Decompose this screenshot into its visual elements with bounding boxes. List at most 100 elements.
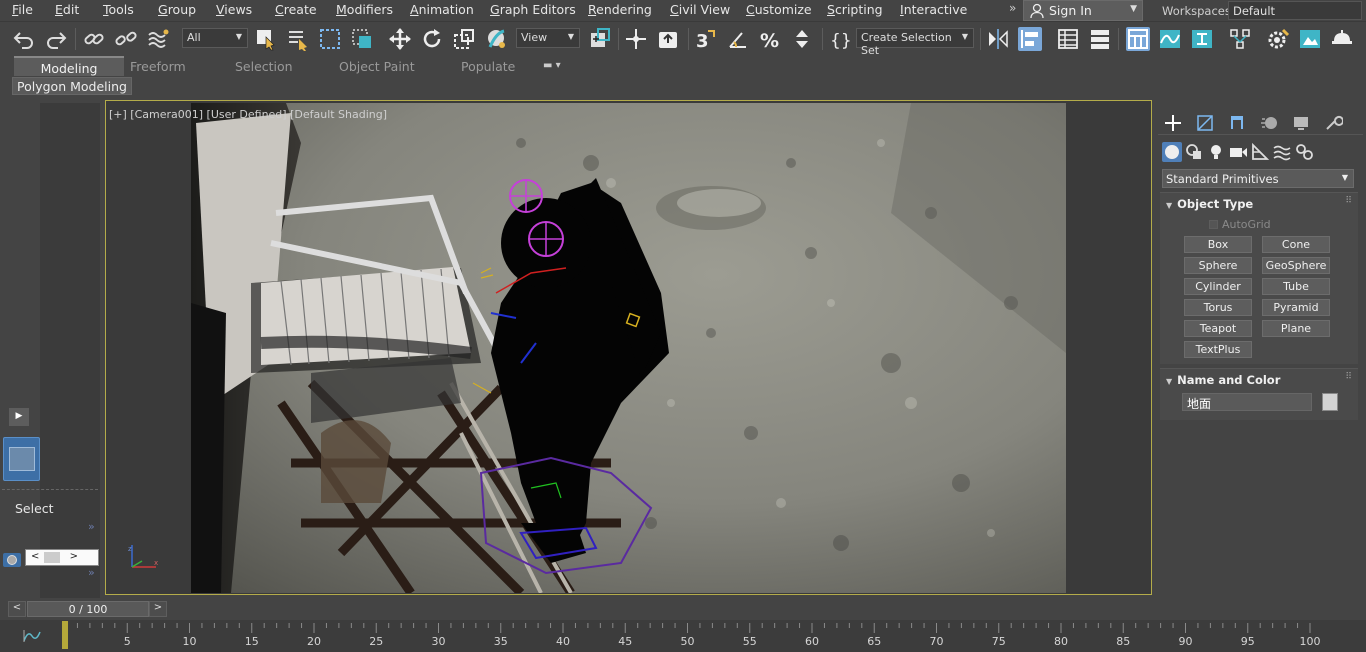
menu-file[interactable]: File [12, 2, 33, 17]
undo-icon[interactable] [12, 27, 36, 51]
percent-snap-icon[interactable]: % [758, 27, 782, 52]
rect-region-icon[interactable] [318, 27, 342, 51]
selection-filter-select[interactable]: All ▼ [182, 28, 248, 48]
angle-snap-icon[interactable] [726, 27, 750, 51]
snaps-3-icon[interactable]: 3 [694, 27, 718, 52]
align-icon[interactable] [1018, 27, 1042, 51]
teapot-button[interactable]: Teapot [1184, 320, 1252, 337]
ribbon-options-icon[interactable]: ▬ ▾ [543, 60, 567, 72]
curve-editor-icon[interactable] [1158, 27, 1182, 51]
ref-coord-select[interactable]: View ▼ [516, 28, 580, 48]
menu-rendering[interactable]: Rendering [588, 2, 652, 17]
frame-ruler[interactable]: 0510152025303540455055606570758085909510… [0, 620, 1366, 652]
track-bar[interactable]: 0510152025303540455055606570758085909510… [0, 620, 1366, 652]
link-icon[interactable] [82, 27, 106, 51]
spacewarps-category-icon[interactable] [1272, 142, 1292, 162]
menu-group[interactable]: Group [158, 2, 196, 17]
modify-tab-icon[interactable] [1195, 113, 1215, 133]
expand-chevrons-icon[interactable]: » [88, 520, 95, 533]
create-tab-plus-icon[interactable] [1163, 113, 1183, 133]
object-color-swatch[interactable] [1322, 393, 1338, 411]
lights-category-icon[interactable] [1206, 142, 1226, 162]
display-tab-icon[interactable] [1291, 113, 1311, 133]
menu-animation[interactable]: Animation [410, 2, 474, 17]
textplus-button[interactable]: TextPlus [1184, 341, 1252, 358]
render-setup-icon[interactable] [1266, 27, 1290, 51]
mini-curve-editor-icon[interactable] [22, 628, 42, 644]
select-manipulate-icon[interactable] [624, 27, 648, 51]
menu-modifiers[interactable]: Modifiers [336, 2, 393, 17]
edit-named-sets-icon[interactable]: {} [828, 27, 852, 51]
expand-chevrons-icon[interactable]: » [88, 566, 95, 579]
menu-overflow-icon[interactable]: » [1009, 1, 1016, 15]
spinner-snap-icon[interactable] [790, 27, 814, 51]
menu-edit[interactable]: Edit [55, 2, 79, 17]
select-object-icon[interactable] [254, 27, 278, 51]
ribbon-subtab-polygon-modeling[interactable]: Polygon Modeling [12, 77, 132, 95]
tab-populate[interactable]: Populate [461, 56, 515, 76]
scene-explorer-icon[interactable] [1056, 27, 1080, 51]
placement-icon[interactable] [484, 27, 508, 51]
tab-modeling[interactable]: Modeling [14, 56, 124, 76]
time-slider[interactable]: 0 / 100 [27, 601, 149, 617]
rollout-grip-icon[interactable]: ⠿ [1345, 372, 1352, 382]
toggle-button[interactable] [3, 553, 21, 567]
rotate-icon[interactable] [420, 27, 444, 51]
cone-button[interactable]: Cone [1262, 236, 1330, 253]
selection-set-dropdown[interactable]: Create Selection Set ▼ [856, 28, 974, 57]
utilities-tab-wrench-icon[interactable] [1323, 113, 1344, 133]
left-panel-scrollbar[interactable]: < > [25, 549, 99, 566]
tab-freeform[interactable]: Freeform [130, 56, 186, 76]
material-editor-icon[interactable] [1228, 27, 1252, 51]
select-by-name-icon[interactable] [286, 27, 310, 51]
workspaces-select[interactable]: Default [1228, 1, 1362, 20]
geosphere-button[interactable]: GeoSphere [1262, 257, 1330, 274]
menu-customize[interactable]: Customize [746, 2, 812, 17]
object-type-header[interactable]: ▼ Object Type [1166, 197, 1253, 211]
menu-scripting[interactable]: Scripting [827, 2, 883, 17]
motion-tab-icon[interactable] [1259, 113, 1279, 133]
menu-graph-editors[interactable]: Graph Editors [490, 2, 576, 17]
render-icon[interactable] [1330, 27, 1354, 51]
tab-selection[interactable]: Selection [235, 56, 293, 76]
rollout-grip-icon[interactable]: ⠿ [1345, 196, 1352, 206]
systems-category-icon[interactable] [1294, 142, 1314, 162]
menu-civil-view[interactable]: Civil View [670, 2, 730, 17]
box-button[interactable]: Box [1184, 236, 1252, 253]
pyramid-button[interactable]: Pyramid [1262, 299, 1330, 316]
mirror-icon[interactable] [986, 27, 1010, 51]
viewport-layout-button[interactable] [3, 437, 40, 481]
menu-interactive[interactable]: Interactive [900, 2, 967, 17]
autogrid-checkbox[interactable]: AutoGrid [1209, 218, 1271, 231]
menu-views[interactable]: Views [216, 2, 252, 17]
schematic-view-icon[interactable] [1190, 27, 1214, 51]
plane-button[interactable]: Plane [1262, 320, 1330, 337]
layer-explorer-icon[interactable] [1088, 27, 1112, 51]
sphere-button[interactable]: Sphere [1184, 257, 1252, 274]
menu-create[interactable]: Create [275, 2, 317, 17]
time-slider-next-button[interactable]: > [149, 601, 167, 617]
cylinder-button[interactable]: Cylinder [1184, 278, 1252, 295]
shapes-category-icon[interactable] [1184, 142, 1204, 162]
time-slider-prev-button[interactable]: < [8, 601, 26, 617]
torus-button[interactable]: Torus [1184, 299, 1252, 316]
keyboard-shortcut-icon[interactable] [656, 27, 680, 51]
ribbon-toggle-icon[interactable] [1126, 27, 1150, 51]
redo-icon[interactable] [44, 27, 68, 51]
cameras-category-icon[interactable] [1228, 142, 1248, 162]
name-color-header[interactable]: ▼ Name and Color [1166, 373, 1280, 387]
primitive-category-select[interactable]: Standard Primitives ▼ [1162, 169, 1354, 188]
viewport-label[interactable]: [+] [Camera001] [User Defined] [Default … [109, 108, 387, 121]
camera-viewport[interactable]: [+] [Camera001] [User Defined] [Default … [105, 100, 1152, 595]
helpers-category-icon[interactable] [1250, 142, 1270, 162]
sign-in-dropdown[interactable]: Sign In ▼ [1023, 0, 1143, 21]
geometry-category-icon[interactable] [1162, 142, 1182, 162]
expand-panel-icon[interactable]: ▶ [9, 408, 29, 426]
scene-render[interactable] [191, 103, 1066, 593]
tube-button[interactable]: Tube [1262, 278, 1330, 295]
scale-icon[interactable] [452, 27, 476, 51]
menu-tools[interactable]: Tools [103, 2, 134, 17]
unlink-icon[interactable] [114, 27, 138, 51]
move-icon[interactable] [388, 27, 412, 51]
window-crossing-icon[interactable] [350, 27, 374, 51]
